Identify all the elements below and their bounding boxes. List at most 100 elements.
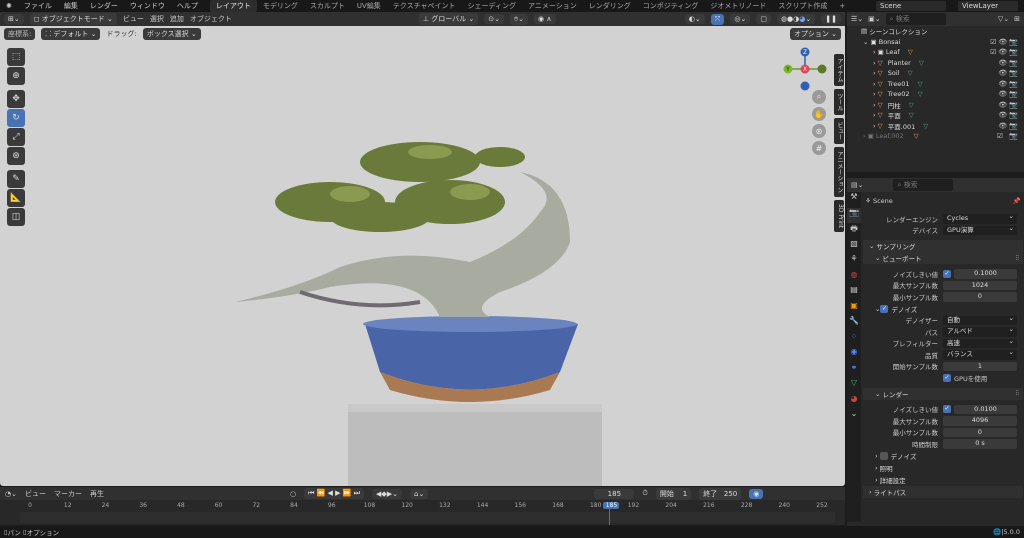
auto-key-icon[interactable]: ○ xyxy=(290,490,296,498)
menu-add[interactable]: 追加 xyxy=(170,14,184,24)
view-layer-tab-icon[interactable]: ▧ xyxy=(847,239,861,255)
vp-noise-checkbox[interactable]: ✓ xyxy=(943,269,951,278)
tool-tab-icon[interactable]: ⚒ xyxy=(847,192,861,208)
vp-noise-field[interactable]: 0.1000 xyxy=(954,269,1017,279)
side-tab-animation[interactable]: アニメーション xyxy=(834,147,844,197)
shading-modes[interactable]: ◍●◑◕⌄ xyxy=(776,14,816,24)
outliner-search[interactable]: ⌕ 検索 xyxy=(885,13,946,25)
frame-ruler[interactable]: 0 12 24 36 48 60 72 84 96 108 120 132 144 156 168 180 18… xyxy=(0,500,845,512)
start-sample-field[interactable]: 1 xyxy=(943,361,1017,371)
stopwatch-icon[interactable]: ⏱ xyxy=(642,489,647,498)
drag-dropdown[interactable]: ボックス選択 ⌄ xyxy=(142,28,201,40)
annotate-tool-icon[interactable]: ✎ xyxy=(7,170,25,188)
playback-controls[interactable]: ⏮ ⏪ ◀ ▶ ⏩ ⏭ xyxy=(304,488,365,499)
playhead[interactable] xyxy=(609,505,610,525)
timeline-track[interactable] xyxy=(20,512,835,523)
outliner-row[interactable]: › ▽ 平面 ▽ 👁📷 xyxy=(847,110,1024,121)
pan-hand-icon[interactable]: ✋ xyxy=(812,107,826,121)
menu-view[interactable]: ビュー xyxy=(123,14,144,24)
denoiser-dropdown[interactable]: 自動 xyxy=(943,314,1017,325)
move-tool-icon[interactable]: ✥ xyxy=(7,90,25,108)
menu-help[interactable]: ヘルプ xyxy=(171,1,204,11)
outliner-row[interactable]: › ▽ 平面.001 ▽ 👁📷 xyxy=(847,121,1024,132)
visibility-icon[interactable]: ◐⌄ xyxy=(684,14,705,24)
world-tab-icon[interactable]: ◍ xyxy=(847,270,861,286)
particles-tab-icon[interactable]: ⁘ xyxy=(847,332,861,348)
gizmo-neg-z[interactable] xyxy=(800,81,810,91)
zoom-icon[interactable]: ⌕ xyxy=(812,90,826,104)
advanced-header[interactable]: › 詳細設定 xyxy=(863,474,1023,486)
start-frame-field[interactable]: 開始 1 xyxy=(655,487,692,500)
device-dropdown[interactable]: GPU演算 xyxy=(943,224,1017,235)
modifier-tab-icon[interactable]: 🔧 xyxy=(847,316,861,332)
row-toggles[interactable]: 👁📷 xyxy=(998,69,1020,77)
tl-menu-playback[interactable]: 再生 xyxy=(90,489,104,499)
row-toggles[interactable]: 👁📷 xyxy=(998,80,1020,88)
time-limit-field[interactable]: 0 s xyxy=(943,439,1017,449)
row-toggles[interactable]: ☑👁📷 xyxy=(990,48,1020,56)
render-engine-dropdown[interactable]: Cycles xyxy=(943,212,1017,224)
object-tab-icon[interactable]: ▣ xyxy=(847,301,861,317)
measure-tool-icon[interactable]: 📐 xyxy=(7,189,25,207)
scene-selector[interactable]: Scene xyxy=(876,1,946,11)
outliner-row[interactable]: › ▣ Leaf ▽ ☑👁📷 xyxy=(847,47,1024,58)
menu-window[interactable]: ウィンドウ xyxy=(124,1,171,11)
end-frame-field[interactable]: 終了 250 xyxy=(699,487,742,500)
scene-tab-icon[interactable]: ⚘ xyxy=(847,254,861,270)
r-noise-field[interactable]: 0.0100 xyxy=(954,404,1017,414)
material-tab-icon[interactable]: ◕ xyxy=(847,394,861,410)
menu-edit[interactable]: 編集 xyxy=(58,1,84,11)
lighting-header[interactable]: › 照明 xyxy=(863,462,1023,474)
side-tab-3d-print[interactable]: 3D Print xyxy=(834,200,844,233)
navigation-gizmo[interactable]: Z Y X xyxy=(782,46,828,92)
pin-icon[interactable]: 📌 xyxy=(1013,197,1023,205)
filter-icon[interactable]: ▽⌄ xyxy=(998,15,1009,23)
orientation-dropdown[interactable]: ⊥ グローバル ⌄ xyxy=(418,13,479,25)
viewport-subpanel-header[interactable]: ⌄ ビューポート ⫶⫶ xyxy=(863,252,1023,264)
camera-view-icon[interactable]: ⊛ xyxy=(812,124,826,138)
display-mode-icon[interactable]: ☰⌄ xyxy=(851,15,863,23)
vp-denoise-checkbox[interactable]: ✓ xyxy=(880,304,889,313)
data-tab-icon[interactable]: ▽ xyxy=(847,378,861,394)
editor-type-icon[interactable]: ◔⌄ xyxy=(5,490,17,498)
gizmo-toggle-icon[interactable]: ⤧ xyxy=(710,13,725,25)
row-toggles[interactable]: 👁📷 xyxy=(998,101,1020,109)
light-paths-header[interactable]: › ライトパス xyxy=(863,485,1023,498)
menu-file[interactable]: ファイル xyxy=(18,1,58,11)
r-denoise-header[interactable]: › デノイズ xyxy=(863,450,1023,462)
outliner-row[interactable]: › ▽ Soil ▽ 👁📷 xyxy=(847,68,1024,79)
outliner-row[interactable]: › ▽ 円柱 ▽ 👁📷 xyxy=(847,100,1024,111)
gizmo-neg-y[interactable] xyxy=(817,64,827,74)
pass-dropdown[interactable]: アルベド xyxy=(943,325,1017,337)
tl-menu-view[interactable]: ビュー xyxy=(25,489,46,499)
tab-layout[interactable]: レイアウト xyxy=(209,0,257,12)
row-toggles[interactable]: ☑👁📷 xyxy=(990,38,1020,46)
collection-tab-icon[interactable]: ▤ xyxy=(847,285,861,301)
filter-mode-icon[interactable]: ▣⌄ xyxy=(868,15,880,23)
tab-uv[interactable]: UV編集 xyxy=(351,0,387,12)
outliner-row[interactable]: › ▽ Tree02 ▽ 👁📷 xyxy=(847,89,1024,100)
r-noise-checkbox[interactable]: ✓ xyxy=(943,405,951,414)
proportional-edit-icon[interactable]: ◉ ∧ xyxy=(534,14,556,24)
coord-dropdown[interactable]: ⸬ デフォルト ⌄ xyxy=(41,28,101,40)
tab-sculpt[interactable]: スカルプト xyxy=(304,0,351,12)
xray-icon[interactable]: ▢ xyxy=(756,14,771,24)
menu-select[interactable]: 選択 xyxy=(150,14,164,24)
constraints-tab-icon[interactable]: ⚭ xyxy=(847,363,861,379)
keying-icon[interactable]: ⌂⌄ xyxy=(410,488,429,499)
tab-scripting[interactable]: スクリプト作成 xyxy=(772,0,833,12)
render-tab-icon[interactable]: 📷 xyxy=(847,207,861,223)
row-toggles[interactable]: 👁📷 xyxy=(998,122,1020,130)
editor-type-icon[interactable]: ▤⌄ xyxy=(851,181,863,189)
output-tab-icon[interactable]: 🖶 xyxy=(847,223,861,239)
collection-row-excluded[interactable]: › ▣ Leaf.002 ▽ ☑ 📷 xyxy=(847,131,1024,142)
physics-tab-icon[interactable]: ◉ xyxy=(847,347,861,363)
presets-icon[interactable]: ⫶⫶ xyxy=(1016,254,1023,263)
tab-texture-paint[interactable]: テクスチャペイント xyxy=(387,0,462,12)
pause-render-icon[interactable]: ❚❚ xyxy=(821,14,841,24)
row-toggles[interactable]: 👁📷 xyxy=(998,111,1020,119)
quality-dropdown[interactable]: バランス xyxy=(943,348,1017,360)
texture-tab-icon[interactable]: ⌄ xyxy=(847,409,861,425)
transform-tool-icon[interactable]: ⊛ xyxy=(7,147,25,165)
r-min-field[interactable]: 0 xyxy=(943,427,1017,437)
